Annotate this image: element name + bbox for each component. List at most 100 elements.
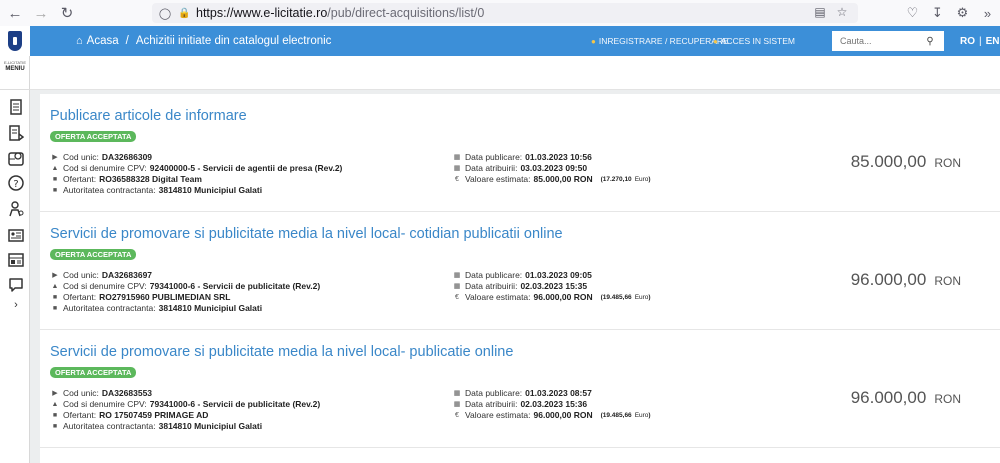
- cod-unic-row: ▶ Cod unic: DA32683697: [50, 270, 320, 281]
- cod-unic-value: DA32683553: [101, 388, 153, 398]
- cpv-row: ▲ Cod si denumire CPV: 79341000-6 - Servic…: [50, 281, 321, 292]
- valoare-euro-amount: (17.270,10: [600, 176, 632, 183]
- acquisition-item: Servicii de promovare si publicitate med…: [40, 330, 1000, 448]
- data-publicare-row: ▦ Data publicare: 01.03.2023 09:05: [452, 270, 651, 281]
- briefcase-icon: ■: [52, 423, 58, 430]
- status-badge: OFERTA ACCEPTATA: [50, 367, 137, 378]
- back-arrow-icon[interactable]: ←: [2, 0, 28, 26]
- menu-label[interactable]: E-LICITATIE MENIU: [0, 60, 30, 72]
- valoare-label: Valoare estimata:: [465, 292, 531, 302]
- cpv-row: ▲ Cod si denumire CPV: 92400000-5 - Servic…: [50, 163, 343, 174]
- sitemap-icon: ▲: [51, 283, 59, 290]
- data-atribuirii-row: ▦ Data atribuirii: 02.03.2023 15:35: [452, 281, 651, 292]
- overflow-icon[interactable]: »: [975, 6, 1000, 21]
- document-icon[interactable]: [8, 99, 24, 115]
- item-details-left: ▶ Cod unic: DA32683697 ▲ Cod si denumire CP…: [50, 270, 321, 314]
- ofertant-row: ■ Ofertant: RO36588328 Digital Team: [50, 174, 342, 185]
- search-input[interactable]: [832, 32, 920, 50]
- reader-view-icon[interactable]: ▤: [812, 5, 828, 21]
- valoare-euro-close: ): [648, 294, 651, 301]
- data-atribuirii-row: ▦ Data atribuirii: 03.03.2023 09:50: [452, 163, 651, 174]
- autoritate-label: Autoritatea contractanta:: [63, 303, 156, 313]
- calendar-icon: ▦: [453, 165, 461, 172]
- ofertant-label: Ofertant:: [63, 292, 97, 302]
- user-icon: ●: [591, 36, 596, 46]
- valoare-value: 96.000,00 RON: [533, 292, 593, 302]
- bookmark-star-icon[interactable]: ☆: [834, 5, 850, 21]
- item-details-left: ▶ Cod unic: DA32686309 ▲ Cod si denumire CP…: [50, 152, 343, 196]
- data-atribuirii-value: 03.03.2023 09:50: [520, 163, 588, 173]
- dashboard-icon[interactable]: [8, 252, 24, 268]
- url-path: /pub/direct-acquisitions/list/0: [327, 6, 485, 20]
- reload-icon[interactable]: ↻: [54, 0, 80, 26]
- briefcase-icon: ■: [52, 305, 58, 312]
- valoare-euro-amount: (19.485,66: [600, 412, 632, 419]
- tracking-shield-icon[interactable]: ◯: [158, 7, 172, 20]
- data-publicare-value: 01.03.2023 10:56: [525, 152, 592, 162]
- calendar-icon: ▦: [453, 283, 461, 290]
- cpv-value: 79341000-6 - Servicii de publicitate (Re…: [149, 399, 321, 409]
- price-amount: 96.000,00: [850, 270, 927, 289]
- site-logo[interactable]: [0, 26, 30, 56]
- lang-ro[interactable]: RO: [960, 36, 975, 47]
- price: 85.000,00 RON: [851, 152, 961, 172]
- user-gear-icon[interactable]: [8, 201, 24, 217]
- price-amount: 85.000,00: [850, 152, 927, 171]
- extensions-icon[interactable]: ⚙: [950, 5, 975, 21]
- login-link[interactable]: ● ACCES IN SISTEM: [713, 26, 795, 56]
- breadcrumb-home[interactable]: Acasa: [87, 35, 119, 47]
- cod-unic-value: DA32686309: [101, 152, 153, 162]
- lang-en[interactable]: EN: [986, 36, 1000, 47]
- item-title[interactable]: Servicii de promovare si publicitate med…: [50, 344, 513, 360]
- sidebar: E-LICITATIE MENIU ? ›: [0, 56, 30, 463]
- item-details-left: ▶ Cod unic: DA32683553 ▲ Cod si denumire CP…: [50, 388, 321, 432]
- address-bar[interactable]: ◯ 🔒 https://www.e-licitatie.ro/pub/direc…: [152, 3, 858, 23]
- status-badge: OFERTA ACCEPTATA: [50, 131, 137, 142]
- chat-icon[interactable]: [8, 277, 24, 293]
- valoare-euro: (19.485,66 Euro): [601, 410, 651, 421]
- data-atribuirii-row: ▦ Data atribuirii: 02.03.2023 15:36: [452, 399, 651, 410]
- price: 96.000,00 RON: [851, 270, 961, 290]
- calendar-map-icon[interactable]: [8, 150, 24, 166]
- valoare-value: 96.000,00 RON: [533, 410, 593, 420]
- register-link[interactable]: ● INREGISTRARE / RECUPERARE: [591, 26, 729, 56]
- tag-icon: ▶: [52, 272, 58, 279]
- acquisition-item: Publicare articole de informare OFERTA A…: [40, 94, 1000, 212]
- lock-icon[interactable]: 🔒: [178, 8, 190, 19]
- ofertant-row: ■ Ofertant: RO 17507459 PRIMAGE AD: [50, 410, 320, 421]
- tag-icon: ▶: [52, 390, 58, 397]
- id-card-icon[interactable]: [8, 227, 24, 243]
- valoare-label: Valoare estimata:: [465, 174, 531, 184]
- cod-unic-row: ▶ Cod unic: DA32686309: [50, 152, 342, 163]
- pocket-icon[interactable]: ♡: [900, 5, 925, 21]
- cod-unic-label: Cod unic:: [63, 152, 99, 162]
- download-icon[interactable]: ↧: [925, 5, 950, 21]
- search-box: ⚲: [832, 31, 944, 51]
- valoare-row: € Valoare estimata: 96.000,00 RON (19.485,6…: [452, 292, 651, 303]
- item-title[interactable]: Servicii de promovare si publicitate med…: [50, 226, 563, 242]
- autoritate-label: Autoritatea contractanta:: [63, 185, 156, 195]
- document-list-icon[interactable]: [8, 125, 24, 141]
- item-title[interactable]: Publicare articole de informare: [50, 108, 247, 124]
- filter-strip: [30, 56, 1000, 90]
- ofertant-row: ■ Ofertant: RO27915960 PUBLIMEDIAN SRL: [50, 292, 320, 303]
- search-icon[interactable]: ⚲: [920, 36, 940, 47]
- calendar-icon: ▦: [453, 401, 461, 408]
- home-icon[interactable]: ⌂: [76, 35, 83, 47]
- help-icon[interactable]: ?: [8, 175, 24, 191]
- autoritate-label: Autoritatea contractanta:: [63, 421, 156, 431]
- ofertant-value: RO27915960 PUBLIMEDIAN SRL: [99, 292, 231, 302]
- sitemap-icon: ▲: [51, 401, 59, 408]
- forward-arrow-icon[interactable]: →: [28, 0, 54, 26]
- data-atribuirii-label: Data atribuirii:: [465, 163, 518, 173]
- login-link-label: ACCES IN SISTEM: [720, 36, 795, 46]
- data-atribuirii-label: Data atribuirii:: [465, 399, 518, 409]
- sidebar-expand-chevron-icon[interactable]: ›: [8, 299, 24, 311]
- language-switcher: RO | EN: [960, 26, 1000, 56]
- data-publicare-value: 01.03.2023 09:05: [525, 270, 592, 280]
- ofertant-value: RO36588328 Digital Team: [99, 174, 202, 184]
- autoritate-value: 3814810 Municipiul Galati: [158, 185, 263, 195]
- price: 96.000,00 RON: [851, 388, 961, 408]
- cpv-value: 92400000-5 - Servicii de agentii de pres…: [149, 163, 343, 173]
- data-atribuirii-value: 02.03.2023 15:36: [520, 399, 588, 409]
